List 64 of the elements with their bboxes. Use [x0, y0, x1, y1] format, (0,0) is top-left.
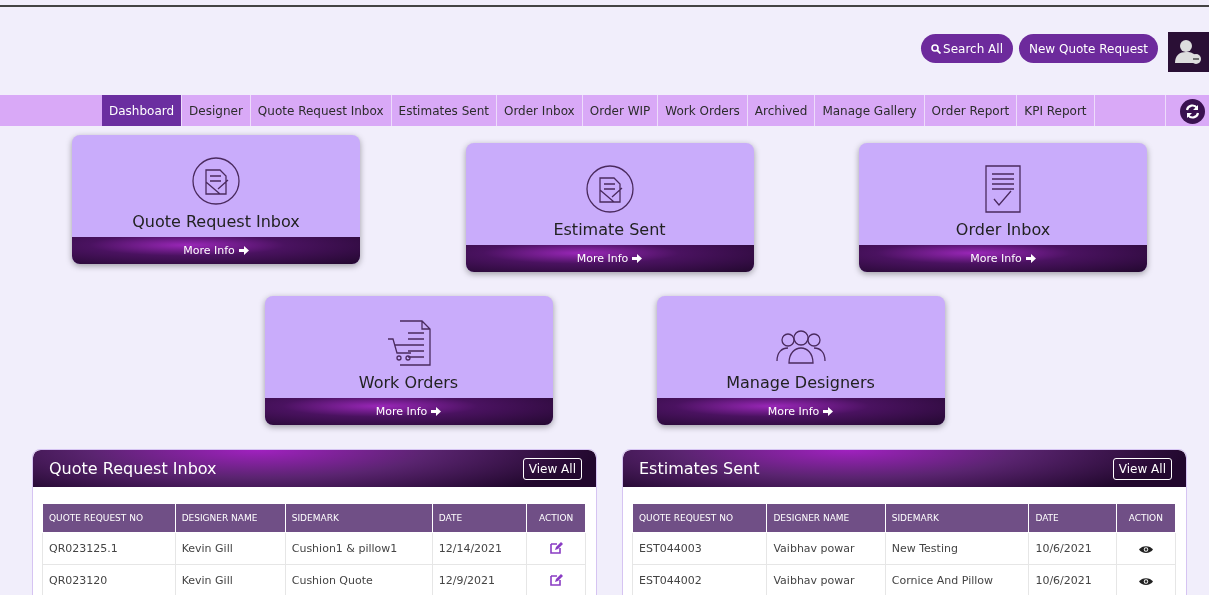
nav-tab[interactable]: Designer	[182, 95, 251, 126]
document-icon	[584, 164, 635, 214]
table-cell: EST044003	[632, 532, 767, 565]
more-info-link[interactable]: More Info	[859, 245, 1147, 272]
document-icon	[191, 156, 241, 206]
table-cell: New Testing	[885, 532, 1029, 565]
nav-tab[interactable]: Archived	[747, 95, 816, 126]
column-header: DESIGNER NAME	[175, 503, 286, 533]
arrow-icon	[1025, 254, 1036, 263]
nav-tab[interactable]: Order WIP	[582, 95, 659, 126]
panel-title: Quote Request Inbox	[49, 459, 217, 478]
refresh-icon	[1185, 104, 1200, 119]
nav-tab[interactable]: Work Orders	[658, 95, 748, 126]
column-header: DESIGNER NAME	[766, 503, 886, 533]
document-icon	[983, 164, 1023, 214]
table-cell: Kevin Gill	[175, 532, 286, 565]
arrow-icon	[238, 246, 249, 255]
arrow-icon	[823, 407, 834, 416]
nav-tab[interactable]: Estimates Sent	[391, 95, 497, 126]
nav-tab[interactable]: KPI Report	[1017, 95, 1095, 126]
card-title: Quote Request Inbox	[132, 212, 300, 231]
user-key-icon	[1174, 39, 1203, 65]
new-quote-button[interactable]: New Quote Request	[1018, 34, 1158, 63]
user-account-button[interactable]	[1168, 32, 1209, 72]
nav-tab[interactable]: Order Inbox	[496, 95, 583, 126]
column-header: QUOTE REQUEST NO	[42, 503, 176, 533]
arrow-icon	[431, 407, 442, 416]
table-cell: Vaibhav powar	[766, 532, 886, 565]
panel-title: Estimates Sent	[639, 459, 760, 478]
refresh-button[interactable]	[1180, 99, 1205, 124]
more-info-link[interactable]: More Info	[656, 398, 945, 425]
column-header: SIDEMARK	[885, 503, 1029, 533]
table-cell: 10/6/2021	[1028, 532, 1117, 565]
table-cell: QR023125.1	[42, 532, 176, 565]
view-all-button[interactable]: View All	[1112, 457, 1172, 480]
column-header: DATE	[432, 503, 527, 533]
more-info-link[interactable]: More Info	[264, 398, 553, 425]
more-info-link[interactable]: More Info	[72, 237, 360, 264]
nav-tab[interactable]: Dashboard	[102, 95, 183, 126]
table-cell: Cushion1 & pillow1	[285, 532, 433, 565]
card-title: Work Orders	[358, 373, 459, 392]
column-header: ACTION	[526, 503, 586, 533]
card-title: Order Inbox	[955, 220, 1051, 239]
column-header: ACTION	[1116, 503, 1176, 533]
arrow-icon	[632, 254, 643, 263]
table-cell: EST044002	[632, 564, 767, 595]
table-cell: 12/14/2021	[432, 532, 527, 565]
nav-tab[interactable]: Manage Gallery	[815, 95, 925, 126]
nav-tab[interactable]: Order Report	[924, 95, 1018, 126]
eye-icon[interactable]	[1138, 545, 1153, 554]
card-title: Manage Designers	[726, 373, 875, 392]
nav-tab[interactable]: Quote Request Inbox	[250, 95, 392, 126]
edit-icon[interactable]	[549, 542, 563, 554]
view-all-button[interactable]: View All	[522, 457, 582, 480]
edit-icon[interactable]	[549, 574, 563, 586]
search-all-button[interactable]: Search All	[921, 34, 1013, 63]
card-title: Estimate Sent	[553, 220, 666, 239]
search-icon	[931, 43, 942, 54]
table-cell: QR023120	[42, 564, 176, 595]
column-header: SIDEMARK	[285, 503, 433, 533]
column-header: QUOTE REQUEST NO	[632, 503, 767, 533]
eye-icon[interactable]	[1138, 577, 1153, 586]
column-header: DATE	[1028, 503, 1117, 533]
more-info-link[interactable]: More Info	[465, 245, 754, 272]
